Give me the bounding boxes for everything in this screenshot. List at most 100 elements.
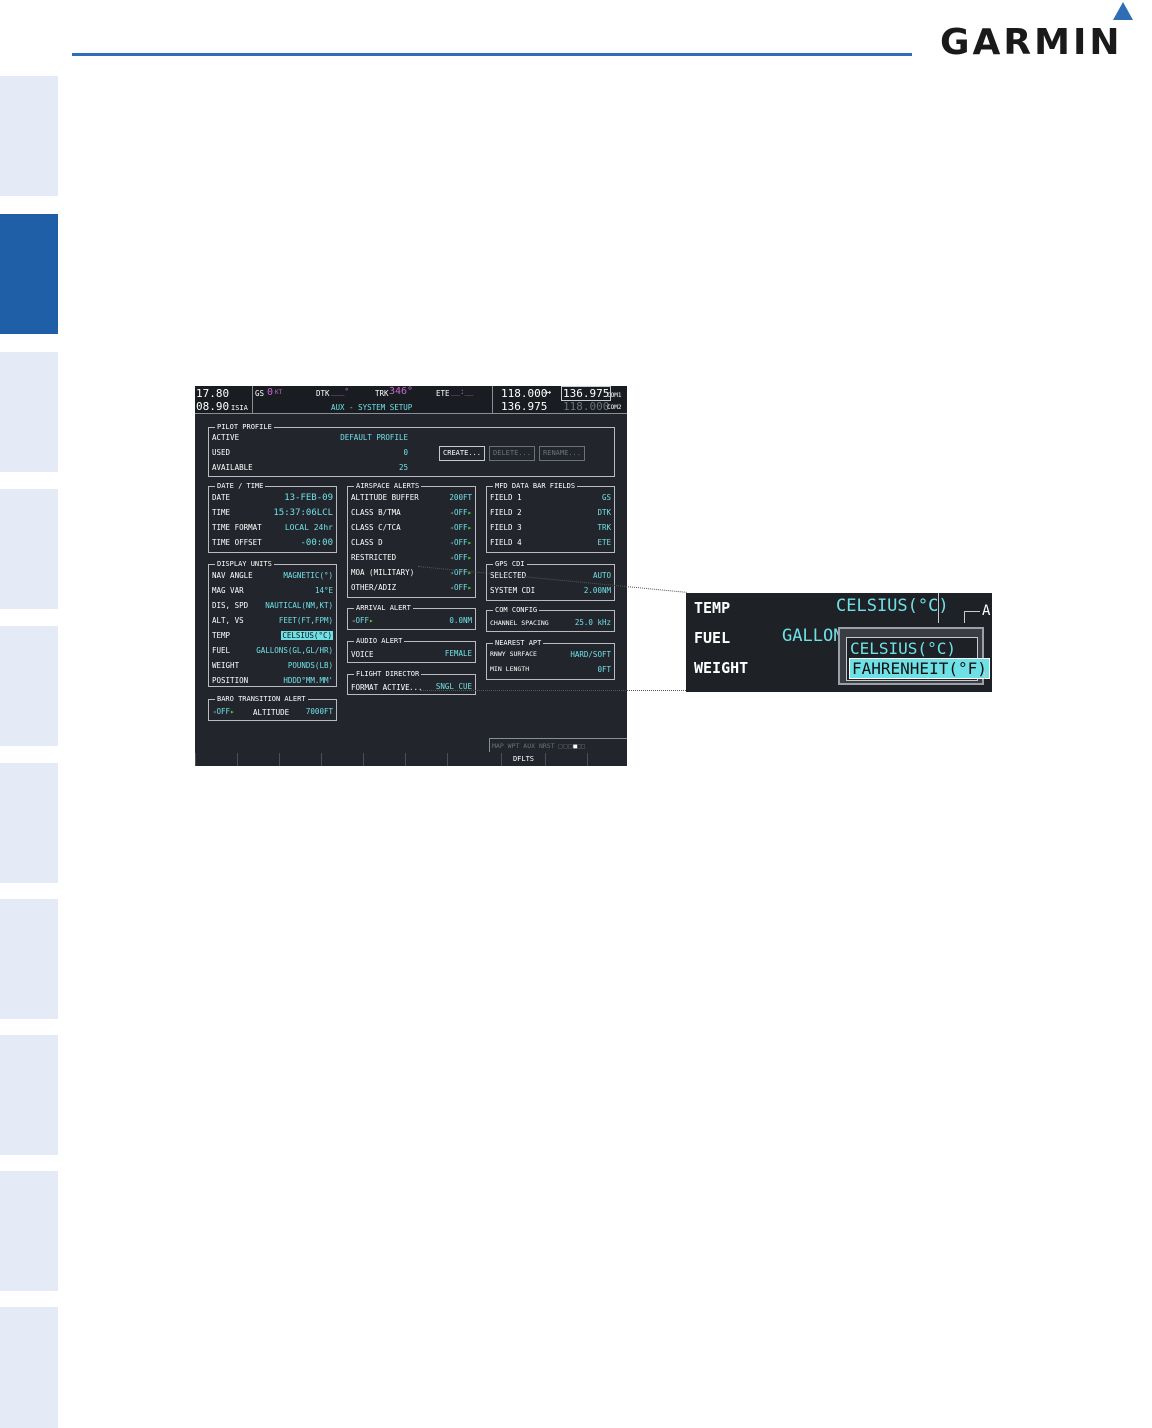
airspace-label: OTHER/ADIZ	[351, 583, 397, 592]
units-row: ALT, VS FEET(FT,FPM)	[212, 616, 333, 626]
baro-altitude-value[interactable]: 7000FT	[306, 707, 333, 716]
field-4-value[interactable]: ETE	[597, 538, 611, 547]
time-offset-value[interactable]: -00:00	[300, 538, 333, 548]
softkey-9[interactable]	[545, 753, 587, 766]
profile-label: ACTIVE	[212, 433, 240, 442]
airspace-state: OFF	[453, 508, 468, 517]
baro-transition-title: BARO TRANSITION ALERT	[215, 695, 308, 703]
time-format-value[interactable]: LOCAL 24hr	[285, 523, 333, 532]
fuel-value[interactable]: GALLONS(GL,GL/HR)	[256, 646, 333, 655]
temp-unit-dropdown[interactable]: CELSIUS(°C) FAHRENHEIT(°F)	[838, 627, 990, 685]
altitude-buffer-value[interactable]: 200FT	[449, 493, 472, 502]
airspace-row: OTHER/ADIZ ◂OFF▸	[351, 583, 472, 593]
time-format-row: TIME FORMAT LOCAL 24hr	[212, 523, 333, 533]
page-title: AUX - SYSTEM SETUP	[331, 403, 413, 412]
softkey-3[interactable]	[279, 753, 321, 766]
runway-surface-value[interactable]: HARD/SOFT	[570, 650, 611, 659]
display-units-title: DISPLAY UNITS	[215, 560, 274, 568]
side-tab-9[interactable]	[0, 1171, 58, 1291]
softkey-2[interactable]	[237, 753, 279, 766]
com2-standby: 118.000	[563, 400, 610, 413]
airspace-label: RESTRICTED	[351, 553, 397, 562]
units-label: MAG VAR	[212, 586, 244, 595]
side-tab-4[interactable]	[0, 489, 58, 609]
airspace-label: CLASS B/TMA	[351, 508, 401, 517]
airspace-row: CLASS C/TCA ◂OFF▸	[351, 523, 472, 533]
softkey-7[interactable]	[447, 753, 489, 766]
display-units-panel: DISPLAY UNITS NAV ANGLE MAGNETIC(°) MAG V…	[208, 560, 337, 687]
side-tab-2[interactable]	[0, 214, 58, 334]
pilot-profile-panel: PILOT PROFILE ACTIVE DEFAULT PROFILE USE…	[208, 423, 615, 477]
airspace-label: MOA (MILITARY)	[351, 568, 415, 577]
voice-value[interactable]: FEMALE	[445, 649, 472, 658]
com-config-panel: COM CONFIG CHANNEL SPACING 25.0 kHz	[486, 606, 615, 632]
apt-row: RNWY SURFACE HARD/SOFT	[490, 650, 611, 660]
defaults-softkey[interactable]: DFLTS	[501, 753, 545, 766]
page-group-label: MAP WPT AUX NRST	[492, 742, 555, 750]
rename-button[interactable]: RENAME...	[539, 446, 585, 461]
temp-value-selected[interactable]: CELSIUS(°C)	[281, 631, 333, 640]
zoom-inset: TEMP CELSIUS(°C) A FUEL GALLON WEIGHT CE…	[686, 593, 992, 692]
side-tab-7[interactable]	[0, 899, 58, 1019]
time-row: TIME 15:37:06LCL	[212, 508, 333, 518]
system-cdi-value: 2.00NM	[583, 586, 611, 595]
zoom-temp-label: TEMP	[694, 599, 731, 617]
ete-value: __:__	[451, 387, 474, 396]
profile-active-value[interactable]: DEFAULT PROFILE	[340, 433, 408, 442]
airspace-toggle[interactable]: ◂OFF▸	[449, 538, 472, 547]
airspace-state: OFF	[453, 538, 468, 547]
field-3-value[interactable]: TRK	[597, 523, 611, 532]
softkey-1[interactable]	[195, 753, 237, 766]
units-row: FUEL GALLONS(GL,GL/HR)	[212, 646, 333, 656]
zoom-temp-value[interactable]: CELSIUS(°C)	[836, 596, 949, 616]
com-frequency-box[interactable]: 118.000 ↔ 136.975 COM1 136.975 118.000 C…	[497, 386, 627, 414]
date-time-title: DATE / TIME	[215, 482, 266, 490]
softkey-5[interactable]	[363, 753, 405, 766]
nav-frequency-box[interactable]: 17.80 08.90 ISIA	[195, 386, 253, 414]
zoom-fuel-value: GALLON	[782, 626, 844, 646]
side-tab-1[interactable]	[0, 76, 58, 196]
cdi-selected-value[interactable]: AUTO	[593, 571, 611, 580]
flight-director-panel: FLIGHT DIRECTOR FORMAT ACTIVE ..... SNGL…	[347, 670, 476, 695]
arrival-distance-value[interactable]: 0.0NM	[449, 616, 472, 625]
airspace-toggle[interactable]: ◂OFF▸	[449, 508, 472, 517]
nav-angle-value[interactable]: MAGNETIC(°)	[283, 571, 333, 580]
units-row: NAV ANGLE MAGNETIC(°)	[212, 571, 333, 581]
delete-button[interactable]: DELETE...	[489, 446, 535, 461]
dis-spd-value[interactable]: NAUTICAL(NM,KT)	[265, 601, 333, 610]
nav-standby-freq: 08.90	[196, 400, 230, 413]
arrival-toggle[interactable]: ◂OFF▸	[351, 616, 374, 625]
airspace-toggle[interactable]: ◂OFF▸	[449, 553, 472, 562]
softkey-10[interactable]	[587, 753, 627, 766]
baro-toggle[interactable]: ◂OFF▸	[212, 707, 235, 716]
alt-vs-value[interactable]: FEET(FT,FPM)	[279, 616, 333, 625]
data-bar: GS 0 KT DTK ___° TRK 346° ETE __:__ AUX …	[253, 386, 493, 414]
profile-available-value: 25	[398, 463, 408, 472]
channel-spacing-value[interactable]: 25.0 kHz	[575, 618, 611, 627]
field-2-value[interactable]: DTK	[597, 508, 611, 517]
weight-value[interactable]: POUNDS(LB)	[288, 661, 333, 670]
units-row: POSITION HDDD°MM.MM'	[212, 676, 333, 686]
side-tab-6[interactable]	[0, 763, 58, 883]
side-tab-3[interactable]	[0, 352, 58, 472]
side-tab-8[interactable]	[0, 1035, 58, 1155]
side-tab-10[interactable]	[0, 1307, 58, 1428]
date-value[interactable]: 13-FEB-09	[284, 493, 333, 503]
softkey-6[interactable]	[405, 753, 447, 766]
time-label: TIME	[212, 508, 231, 517]
create-button[interactable]: CREATE...	[439, 446, 485, 461]
transfer-arrow-icon: ↔	[545, 387, 552, 398]
time-value[interactable]: 15:37:06LCL	[273, 508, 333, 518]
airspace-toggle[interactable]: ◂OFF▸	[449, 583, 472, 592]
side-tab-5[interactable]	[0, 626, 58, 746]
garmin-logo: GARMIN	[940, 2, 1140, 70]
field-1-value[interactable]: GS	[602, 493, 611, 502]
option-fahrenheit-selected[interactable]: FAHRENHEIT(°F)	[849, 658, 990, 679]
position-value[interactable]: HDDD°MM.MM'	[283, 676, 333, 685]
softkey-4[interactable]	[321, 753, 363, 766]
min-length-value[interactable]: 0FT	[597, 665, 611, 674]
com1-standby[interactable]: 136.975	[561, 386, 612, 401]
option-celsius[interactable]: CELSIUS(°C)	[850, 639, 956, 658]
airspace-toggle[interactable]: ◂OFF▸	[449, 523, 472, 532]
mag-var-value[interactable]: 14°E	[315, 586, 333, 595]
